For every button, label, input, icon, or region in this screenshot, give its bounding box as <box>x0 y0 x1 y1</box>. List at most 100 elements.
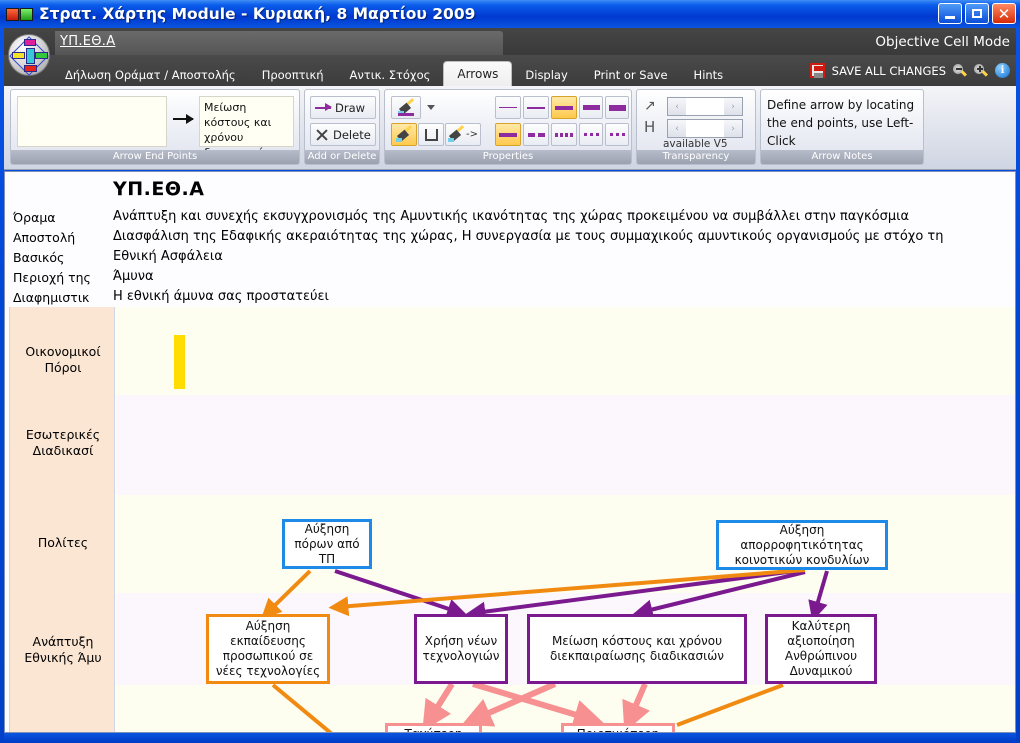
tab-perspective[interactable]: Προοπτική <box>249 64 337 86</box>
field-value-vision[interactable]: Ανάπτυξη και συνεχής εκσυγχρονισμός της … <box>113 209 909 224</box>
field-value-mission[interactable]: Διασφάλιση της Εδαφικής ακεραιότητας της… <box>113 229 943 244</box>
info-icon[interactable]: i <box>995 63 1010 78</box>
color-picker-button[interactable] <box>391 96 421 119</box>
field-label-area: Περιοχή της <box>13 270 91 285</box>
ribbon-group-transparency: ↗ H ‹ › ‹ › available V5 Transparency <box>636 89 756 165</box>
field-label-mission: Αποστολή <box>13 230 76 245</box>
app-icon <box>6 7 33 21</box>
line-style-dash-med[interactable] <box>551 123 577 146</box>
arrow-icon <box>315 103 332 111</box>
brush-icon <box>398 97 415 116</box>
close-icon: ✕ <box>997 4 1011 23</box>
minimize-button[interactable] <box>938 3 962 24</box>
ribbon-group-arrow-notes: Define arrow by locating the end points,… <box>760 89 924 165</box>
transparency-spin-bottom[interactable]: ‹ › <box>667 119 743 138</box>
node-new-technologies[interactable]: Χρήση νέων τεχνολογιών <box>414 614 508 684</box>
document-header: ΥΠ.ΕΘ.Α Όραμα Ανάπτυξη και συνεχής εκσυγ… <box>5 172 1015 307</box>
application-window: Στρατ. Χάρτης Module - Κυριακή, 8 Μαρτίο… <box>0 0 1020 743</box>
arrow-tip-button[interactable]: -> <box>445 123 481 146</box>
app-logo-icon <box>8 34 50 76</box>
window-controls: ✕ <box>938 3 1016 24</box>
maximize-button[interactable] <box>965 3 989 24</box>
delete-button[interactable]: Delete <box>310 123 376 146</box>
breadcrumb[interactable]: ΥΠ.ΕΘ.Α <box>60 34 115 49</box>
node-increase-it-resources[interactable]: Αύξηση πόρων από ΤΠ <box>282 519 372 569</box>
tab-hints[interactable]: Hints <box>681 64 737 86</box>
field-label-slogan: Διαφημιστικ <box>13 290 90 305</box>
transparency-spin-top[interactable]: ‹ › <box>667 97 743 116</box>
header-actions: SAVE ALL CHANGES i <box>809 63 1010 78</box>
breadcrumb-band <box>55 31 503 55</box>
link-n6-n8 <box>676 683 784 727</box>
spin-right-icon-2[interactable]: › <box>724 120 742 137</box>
ribbon-group-arrow-endpoints: Μείωση κόστους και χρόνου διεκπαιραίωσης… <box>10 89 300 165</box>
field-value-core[interactable]: Εθνική Ασφάλεια <box>113 249 223 264</box>
content-panel: ΥΠ.ΕΘ.Α Όραμα Ανάπτυξη και συνεχής εκσυγ… <box>4 171 1016 733</box>
tab-vision-mission[interactable]: Δήλωση Οράματ / Αποστολής <box>52 64 249 86</box>
line-width-2[interactable] <box>523 96 549 119</box>
save-icon[interactable] <box>809 63 825 78</box>
window-title: Στρατ. Χάρτης Module - Κυριακή, 8 Μαρτίο… <box>39 5 476 23</box>
page-title: ΥΠ.ΕΘ.Α <box>113 178 205 200</box>
line-style-solid[interactable] <box>495 123 521 146</box>
node-reduce-cost-time[interactable]: Μείωση κόστους και χρόνου διεκπαιραίωσης… <box>527 614 747 684</box>
line-width-1[interactable] <box>495 96 521 119</box>
zoom-in-icon[interactable] <box>974 63 989 78</box>
group-title-arrow-notes: Arrow Notes <box>761 150 923 164</box>
field-value-area[interactable]: Άμυνα <box>113 269 154 284</box>
ribbon-group-add-or-delete: Draw Delete Add or Delete <box>304 89 380 165</box>
selection-marker[interactable] <box>174 335 185 389</box>
draw-button[interactable]: Draw <box>310 96 376 119</box>
group-title-add-or-delete: Add or Delete <box>305 150 379 164</box>
spin-left-icon[interactable]: ‹ <box>668 98 686 115</box>
node-staff-training[interactable]: Αύξηση εκπαίδευσης προσωπικού σε νέες τε… <box>206 614 330 684</box>
group-title-properties: Properties <box>385 150 631 164</box>
line-width-6[interactable] <box>605 96 629 119</box>
save-all-changes-button[interactable]: SAVE ALL CHANGES <box>832 64 946 78</box>
title-bar: Στρατ. Χάρτης Module - Κυριακή, 8 Μαρτίο… <box>0 0 1020 28</box>
spin-left-icon-2[interactable]: ‹ <box>668 120 686 137</box>
group-title-transparency: Transparency <box>637 150 755 164</box>
line-width-4[interactable] <box>551 96 577 119</box>
ribbon-toolbar: Μείωση κόστους και χρόνου διεκπαιραίωσης… <box>4 86 1016 170</box>
close-button[interactable]: ✕ <box>992 3 1016 24</box>
tab-display[interactable]: Display <box>512 64 580 86</box>
eyedropper-icon <box>396 124 413 143</box>
arrow-end-field[interactable]: Μείωση κόστους και χρόνου διεκπαιραίωσης <box>199 96 294 159</box>
line-style-dash-long[interactable] <box>523 123 549 146</box>
arrow-notes-text: Define arrow by locating the end points,… <box>767 98 915 148</box>
tab-bar: Δήλωση Οράματ / Αποστολής Προοπτική Αντι… <box>52 61 736 86</box>
field-label-core: Βασικός <box>13 250 65 265</box>
chevron-down-icon <box>427 105 435 110</box>
link-n1-n3 <box>261 569 312 619</box>
box-style-button[interactable] <box>418 123 444 146</box>
spin-right-icon[interactable]: › <box>724 98 742 115</box>
box-icon <box>424 128 438 141</box>
line-style-dash-short[interactable] <box>579 123 603 146</box>
diagonal-arrow-icon: ↗ <box>644 98 656 114</box>
eyedropper-button[interactable] <box>391 123 417 146</box>
eyedropper-arrow-icon <box>448 124 465 143</box>
arrow-start-field[interactable] <box>17 96 167 147</box>
node-faster-service[interactable]: Ταχύτερη εξυπηρέτηση <box>385 723 482 732</box>
field-value-slogan[interactable]: Η εθνική άμυνα σας προστατεύει <box>113 289 329 304</box>
line-style-dot[interactable] <box>605 123 629 146</box>
line-width-5[interactable] <box>579 96 603 119</box>
zoom-out-icon[interactable] <box>953 63 968 78</box>
node-better-quality-service[interactable]: Ποιοτικότερη εξυπηρέτηση <box>561 723 675 732</box>
tab-objective[interactable]: Αντικ. Στόχος <box>337 64 444 86</box>
node-eu-funds-absorption[interactable]: Αύξηση απορροφητικότητας κοινοτικών κονδ… <box>716 520 888 570</box>
strategy-map-canvas[interactable]: Οικονομικοί Πόροι Εσωτερικές Διαδικασί Π… <box>5 307 1015 732</box>
arrow-direction-icon <box>173 114 194 124</box>
mode-label: Objective Cell Mode <box>875 34 1010 50</box>
node-human-resources[interactable]: Καλύτερη αξιοποίηση Ανθρώπινου Δυναμικού <box>765 614 877 684</box>
tab-arrows[interactable]: Arrows <box>443 61 513 86</box>
field-label-vision: Όραμα <box>13 210 56 225</box>
color-dropdown-button[interactable] <box>423 96 439 119</box>
height-icon: H <box>644 118 656 136</box>
close-x-icon <box>315 128 329 142</box>
tab-print-or-save[interactable]: Print or Save <box>581 64 681 86</box>
delete-button-label: Delete <box>333 127 371 142</box>
group-title-arrow-endpoints: Arrow End Points <box>11 150 299 164</box>
link-n2-n6 <box>808 570 829 622</box>
